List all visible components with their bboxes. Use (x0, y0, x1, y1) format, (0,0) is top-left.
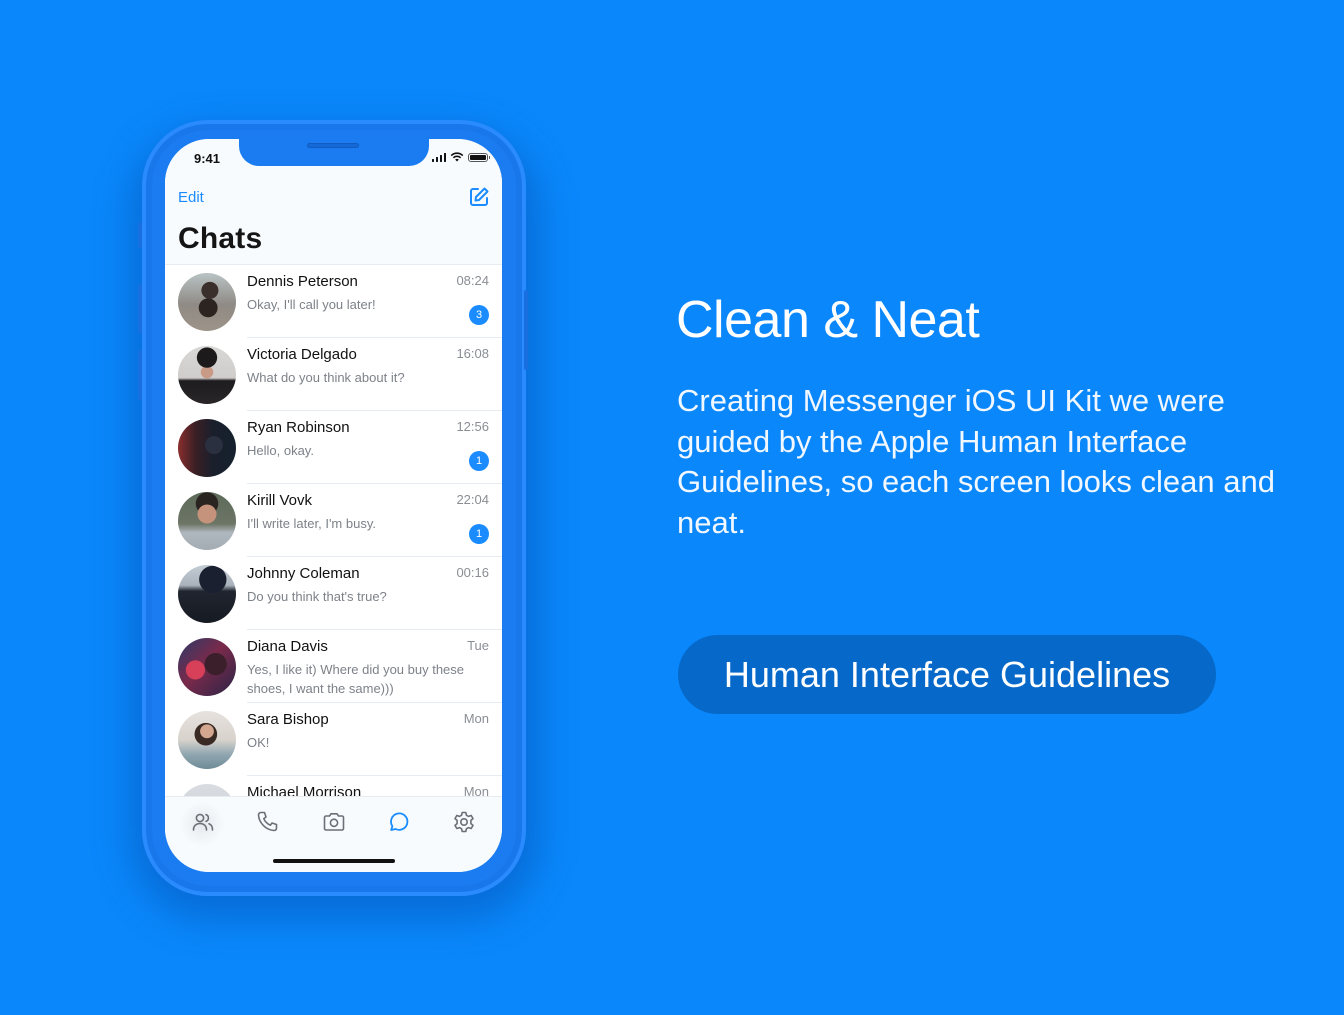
phone-volume-down-button (138, 350, 142, 400)
phone-volume-up-button (138, 284, 142, 334)
avatar (178, 565, 236, 623)
battery-icon (468, 153, 490, 162)
avatar (178, 273, 236, 331)
message-preview: Hello, okay. (247, 443, 314, 458)
chat-list-item[interactable]: Kirill Vovk 22:04 I'll write later, I'm … (165, 484, 502, 557)
message-preview: I'll write later, I'm busy. (247, 516, 376, 531)
settings-gear-icon (454, 811, 474, 833)
contact-name: Johnny Coleman (247, 565, 360, 582)
promo-heading: Clean & Neat (676, 291, 980, 349)
phone-power-button (524, 290, 528, 370)
message-time: 16:08 (456, 346, 489, 361)
message-preview: Okay, I'll call you later! (247, 297, 376, 312)
phone-silent-switch (138, 222, 142, 248)
contact-name: Victoria Delgado (247, 346, 357, 363)
avatar (178, 419, 236, 477)
unread-badge: 3 (469, 305, 489, 325)
tab-settings[interactable] (451, 809, 477, 835)
avatar (178, 711, 236, 769)
chat-list-item[interactable]: Ryan Robinson 12:56 Hello, okay. 1 (165, 411, 502, 484)
notch-speaker (307, 143, 359, 148)
chat-list-item[interactable]: Diana Davis Tue Yes, I like it) Where di… (165, 630, 502, 703)
camera-icon (323, 813, 345, 831)
contact-name: Dennis Peterson (247, 273, 358, 290)
unread-badge: 1 (469, 451, 489, 471)
message-preview: What do you think about it? (247, 370, 405, 385)
compose-icon[interactable] (468, 186, 490, 208)
contact-name: Sara Bishop (247, 711, 329, 728)
contact-name: Kirill Vovk (247, 492, 313, 509)
message-preview: Do you think that's true? (247, 589, 387, 604)
phone-notch (239, 139, 429, 166)
page-title: Chats (178, 222, 263, 255)
avatar (178, 346, 236, 404)
message-preview: OK! (247, 735, 270, 750)
message-time: 12:56 (456, 419, 489, 434)
phone-icon (257, 811, 278, 832)
edit-button[interactable]: Edit (178, 189, 204, 206)
tab-chats[interactable] (386, 809, 412, 835)
tab-contacts[interactable] (190, 809, 216, 835)
message-time: Mon (463, 711, 489, 726)
contact-name: Ryan Robinson (247, 419, 350, 436)
tab-calls[interactable] (255, 809, 281, 835)
home-indicator[interactable] (273, 859, 395, 863)
chat-list-item[interactable]: Victoria Delgado 16:08 What do you think… (165, 338, 502, 411)
tab-camera[interactable] (321, 809, 347, 835)
avatar (178, 638, 236, 696)
avatar (178, 492, 236, 550)
message-time: 08:24 (456, 273, 489, 288)
message-time: 00:16 (456, 565, 489, 580)
wifi-icon (450, 152, 464, 162)
promo-description: Creating Messenger iOS UI Kit we were gu… (677, 383, 1275, 540)
cellular-signal-icon (431, 153, 446, 162)
chat-list-item[interactable]: Johnny Coleman 00:16 Do you think that's… (165, 557, 502, 630)
status-bar-icons (431, 152, 490, 162)
message-time: Tue (467, 638, 489, 653)
tab-bar (165, 796, 502, 872)
chat-bubble-icon (390, 812, 409, 831)
contact-name: Diana Davis (247, 638, 328, 655)
chat-list-item[interactable]: Sara Bishop Mon OK! (165, 703, 502, 776)
contacts-icon (192, 813, 214, 831)
chat-list: Dennis Peterson 08:24 Okay, I'll call yo… (165, 265, 502, 849)
message-time: 22:04 (456, 492, 489, 507)
human-interface-guidelines-button[interactable]: Human Interface Guidelines (678, 635, 1216, 714)
status-bar-time: 9:41 (194, 151, 221, 166)
phone-screen: 9:41 Edit Chats Dennis Peterson 08:24 Ok… (165, 139, 502, 872)
chat-list-item[interactable]: Dennis Peterson 08:24 Okay, I'll call yo… (165, 265, 502, 338)
unread-badge: 1 (469, 524, 489, 544)
message-preview: Yes, I like it) Where did you buy these … (247, 662, 465, 696)
